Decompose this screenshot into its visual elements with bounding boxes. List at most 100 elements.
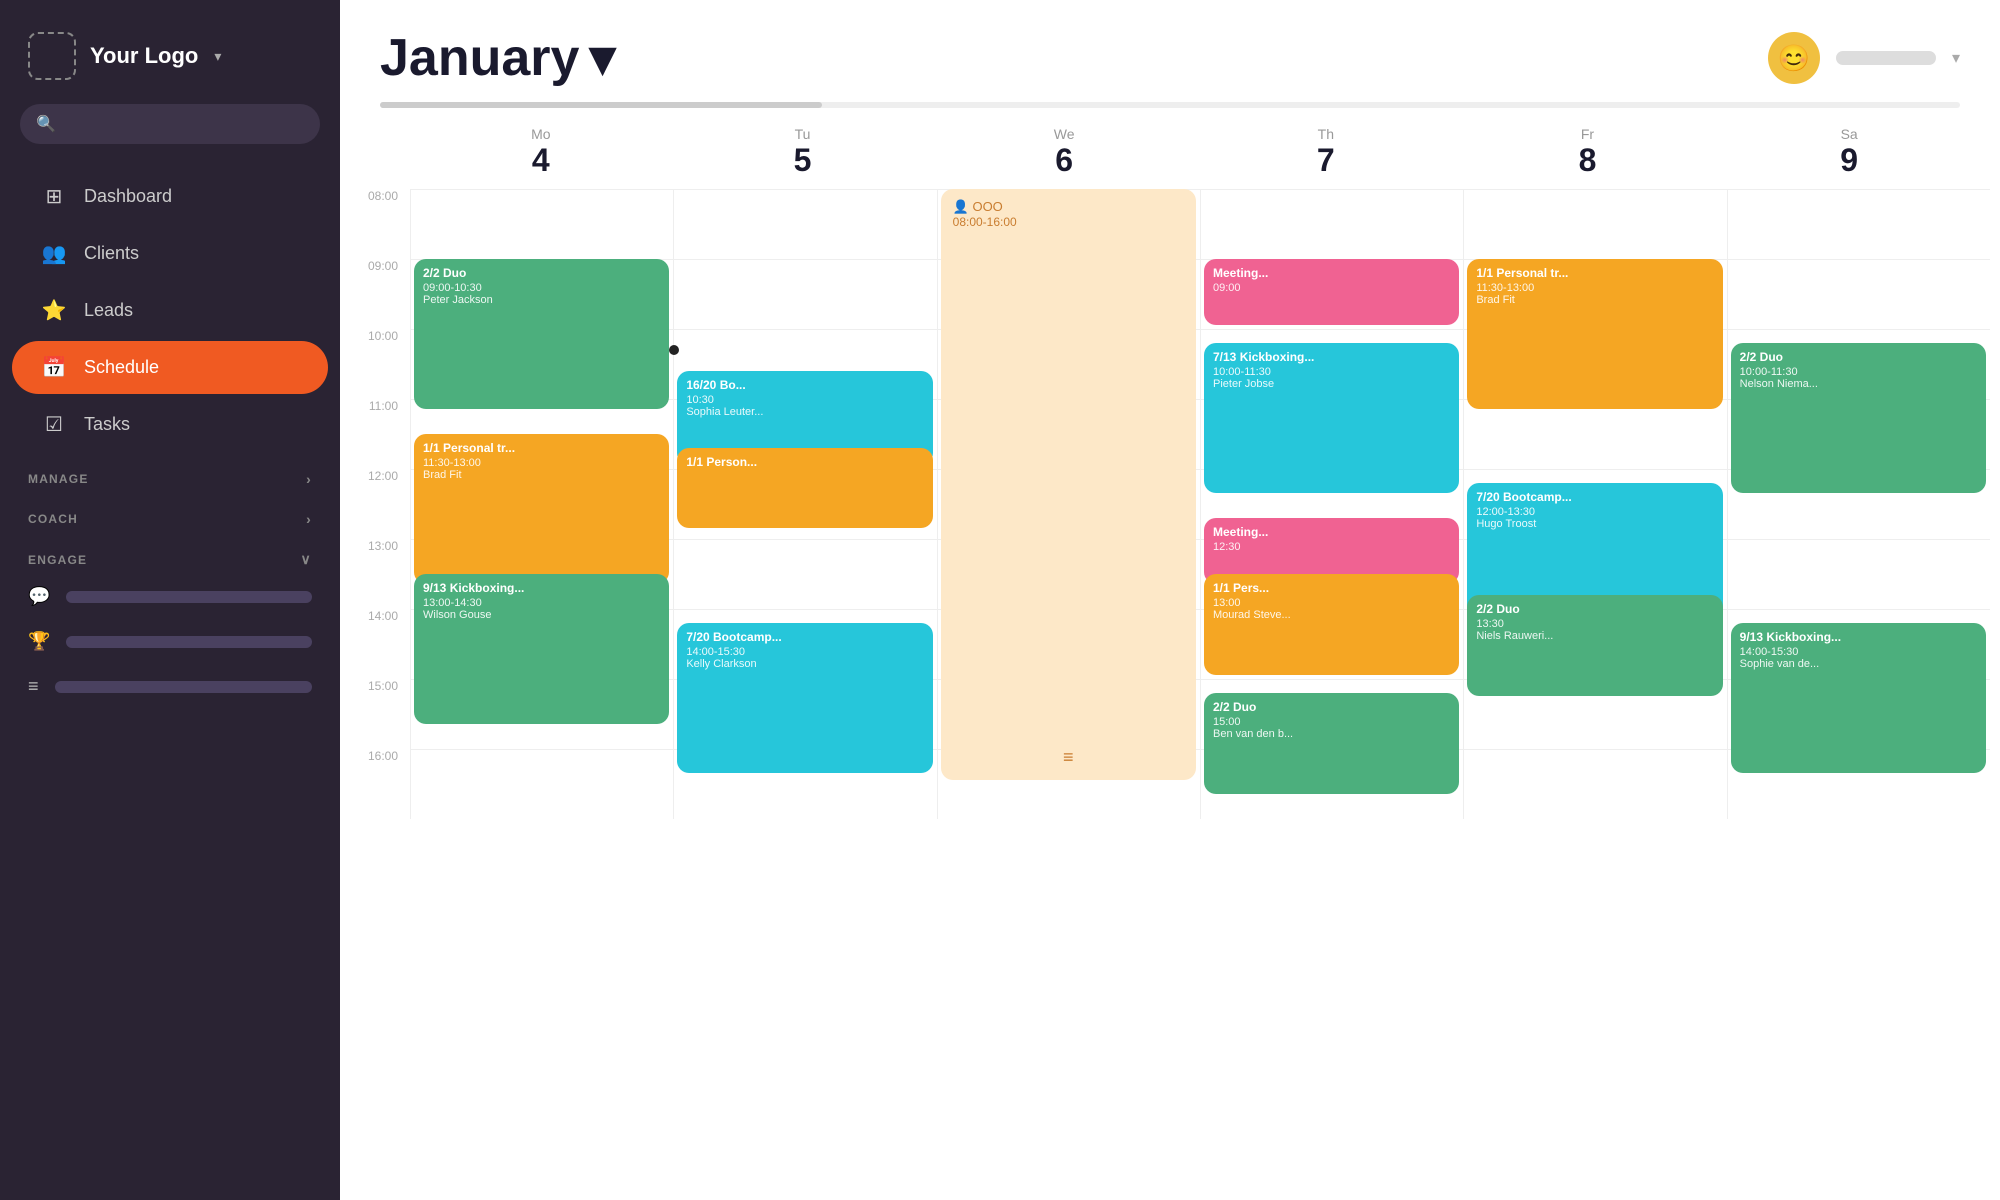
nav-tasks[interactable]: ☑ Tasks (12, 398, 328, 451)
logo-chevron-icon: ▾ (214, 48, 221, 65)
search-bar[interactable]: 🔍 (20, 104, 320, 144)
event-ev10[interactable]: 1/1 Pers...13:00Mourad Steve... (1204, 574, 1459, 675)
event-ev6[interactable]: 7/20 Bootcamp...14:00-15:30Kelly Clarkso… (677, 623, 932, 773)
engage-item-messages[interactable]: 💬 (0, 574, 340, 619)
event-ev3[interactable]: 9/13 Kickboxing...13:00-14:30Wilson Gous… (414, 574, 669, 724)
section-engage[interactable]: ENGAGE ∨ (0, 533, 340, 574)
engage-item-achievements[interactable]: 🏆 (0, 619, 340, 664)
main-content: January ▾ 😊 ▾ Mo 4 Tu 5 (340, 0, 2000, 1200)
time-label-12:00: 12:00 (350, 469, 410, 539)
nav-label-leads: Leads (84, 300, 133, 321)
day-cell-1-5 (673, 539, 936, 609)
engage-label-bar-1 (66, 591, 312, 603)
calendar-wrap: Mo 4 Tu 5 We 6 Th 7 Fr 8 Sa 9 (340, 108, 2000, 1200)
event-ev11[interactable]: 2/2 Duo15:00Ben van den b... (1204, 693, 1459, 794)
nav-leads[interactable]: ⭐ Leads (12, 284, 328, 337)
nav-clients[interactable]: 👥 Clients (12, 227, 328, 280)
reports-icon: ≡ (28, 676, 39, 697)
section-manage[interactable]: MANAGE › (0, 453, 340, 493)
event-ev7[interactable]: Meeting...09:00 (1204, 259, 1459, 325)
engage-label-bar-3 (55, 681, 312, 693)
day-cell-1-0 (673, 189, 936, 259)
time-label-10:00: 10:00 (350, 329, 410, 399)
page-title: January ▾ (380, 28, 616, 88)
manage-chevron-icon: › (306, 471, 312, 487)
month-chevron-icon[interactable]: ▾ (589, 28, 615, 88)
time-label-09:00: 09:00 (350, 259, 410, 329)
day-abbr-fr: Fr (1457, 126, 1719, 142)
day-header-th: Th 7 (1195, 118, 1457, 189)
time-label-11:00: 11:00 (350, 399, 410, 469)
day-cell-5-1 (1727, 259, 1990, 329)
day-header-fr: Fr 8 (1457, 118, 1719, 189)
day-num-mo: 4 (410, 142, 672, 179)
logo-text: Your Logo (90, 43, 198, 69)
day-headers: Mo 4 Tu 5 We 6 Th 7 Fr 8 Sa 9 (340, 118, 2000, 189)
day-num-tu: 5 (672, 142, 934, 179)
day-cell-5-5 (1727, 539, 1990, 609)
event-ev14[interactable]: 2/2 Duo13:30Niels Rauweri... (1467, 595, 1722, 696)
time-label-14:00: 14:00 (350, 609, 410, 679)
event-ev1[interactable]: 2/2 Duo09:00-10:30Peter Jackson (414, 259, 669, 409)
day-abbr-tu: Tu (672, 126, 934, 142)
achievements-icon: 🏆 (28, 631, 50, 652)
day-cell-4-8 (1463, 749, 1726, 819)
event-ev12[interactable]: 1/1 Personal tr...11:30-13:00Brad Fit (1467, 259, 1722, 409)
time-grid: 08:0009:0010:0011:0012:0013:0014:0015:00… (350, 189, 1990, 819)
section-coach[interactable]: COACH › (0, 493, 340, 533)
month-label: January (380, 28, 579, 88)
logo-box (28, 32, 76, 80)
day-cell-4-3 (1463, 399, 1726, 469)
nav-label-schedule: Schedule (84, 357, 159, 378)
time-col-header (350, 118, 410, 189)
nav-label-clients: Clients (84, 243, 139, 264)
nav-dashboard[interactable]: ⊞ Dashboard (12, 170, 328, 223)
event-ooo[interactable]: 👤 OOO08:00-16:00≡ (941, 189, 1196, 780)
event-ev15[interactable]: 2/2 Duo10:00-11:30Nelson Niema... (1731, 343, 1986, 493)
event-ev8[interactable]: 7/13 Kickboxing...10:00-11:30Pieter Jobs… (1204, 343, 1459, 493)
progress-bar-wrap (340, 88, 2000, 108)
day-header-tu: Tu 5 (672, 118, 934, 189)
day-abbr-we: We (933, 126, 1195, 142)
time-label-16:00: 16:00 (350, 749, 410, 819)
messages-icon: 💬 (28, 586, 50, 607)
tasks-icon: ☑ (40, 412, 68, 437)
nav-label-tasks: Tasks (84, 414, 130, 435)
day-cell-0-8 (410, 749, 673, 819)
day-cell-1-1 (673, 259, 936, 329)
engage-item-reports[interactable]: ≡ (0, 664, 340, 709)
header-right: 😊 ▾ (1768, 32, 1960, 84)
day-cell-3-0 (1200, 189, 1463, 259)
day-abbr-mo: Mo (410, 126, 672, 142)
day-cell-4-0 (1463, 189, 1726, 259)
time-label-15:00: 15:00 (350, 679, 410, 749)
day-num-sa: 9 (1718, 142, 1980, 179)
nav-schedule[interactable]: 📅 Schedule (12, 341, 328, 394)
day-abbr-th: Th (1195, 126, 1457, 142)
calendar-body: 08:0009:0010:0011:0012:0013:0014:0015:00… (340, 189, 2000, 1200)
header: January ▾ 😊 ▾ (340, 0, 2000, 88)
engage-chevron-icon: ∨ (301, 551, 312, 568)
sidebar: Your Logo ▾ 🔍 ⊞ Dashboard 👥 Clients ⭐ Le… (0, 0, 340, 1200)
user-chevron-icon[interactable]: ▾ (1952, 48, 1960, 68)
avatar[interactable]: 😊 (1768, 32, 1820, 84)
day-num-we: 6 (933, 142, 1195, 179)
day-header-we: We 6 (933, 118, 1195, 189)
day-header-sa: Sa 9 (1718, 118, 1980, 189)
avatar-emoji: 😊 (1778, 43, 1810, 74)
event-ev5[interactable]: 1/1 Person... (677, 448, 932, 528)
search-input[interactable] (66, 116, 304, 133)
logo-area[interactable]: Your Logo ▾ (0, 0, 340, 104)
day-cell-5-0 (1727, 189, 1990, 259)
event-ev2[interactable]: 1/1 Personal tr...11:30-13:00Brad Fit (414, 434, 669, 584)
day-header-mo: Mo 4 (410, 118, 672, 189)
day-cell-0-0 (410, 189, 673, 259)
coach-chevron-icon: › (306, 511, 312, 527)
dashboard-icon: ⊞ (40, 184, 68, 209)
nav-label-dashboard: Dashboard (84, 186, 172, 207)
leads-icon: ⭐ (40, 298, 68, 323)
event-ev16[interactable]: 9/13 Kickboxing...14:00-15:30Sophie van … (1731, 623, 1986, 773)
search-icon: 🔍 (36, 114, 56, 134)
engage-label-bar-2 (66, 636, 312, 648)
time-label-13:00: 13:00 (350, 539, 410, 609)
